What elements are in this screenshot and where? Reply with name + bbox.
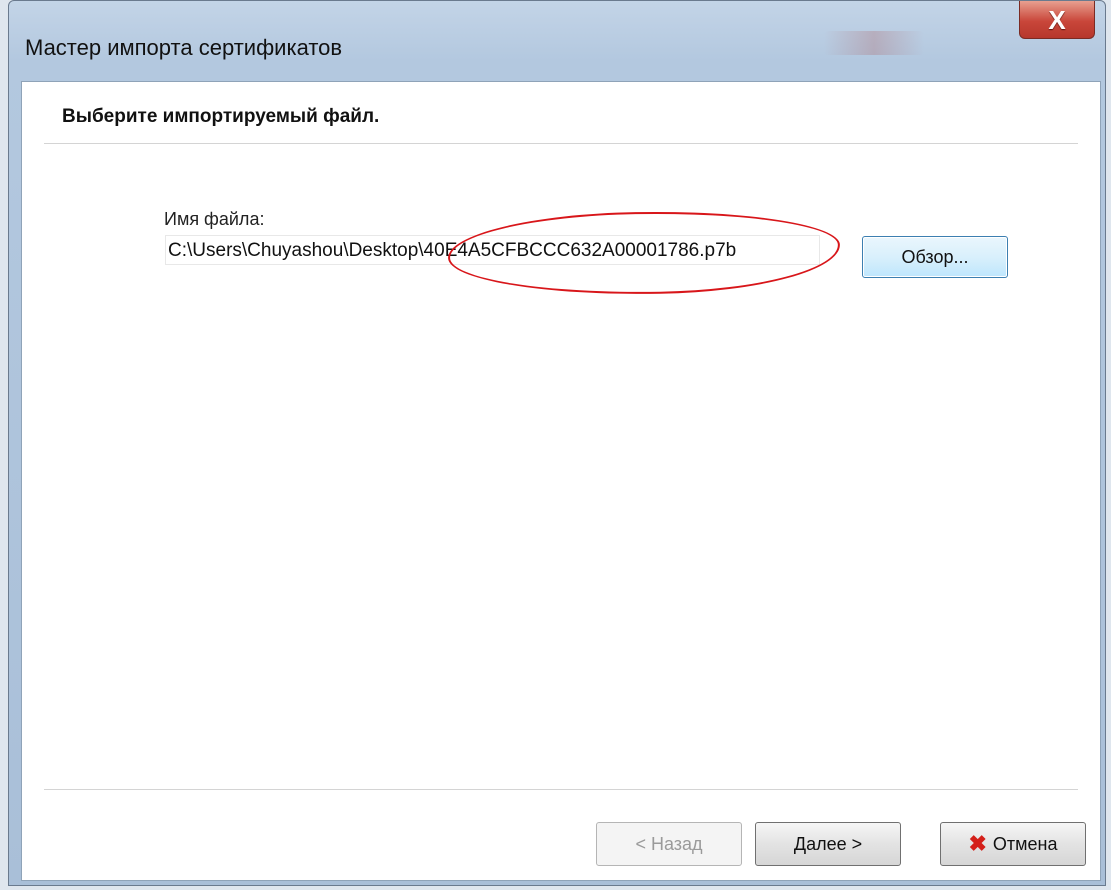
next-button[interactable]: Далее > xyxy=(755,822,901,866)
file-name-label: Имя файла: xyxy=(164,209,265,229)
cancel-label: Отмена xyxy=(992,833,1058,854)
wizard-page: Выберите импортируемый файл. Имя файла: … xyxy=(21,81,1101,881)
title-bar[interactable]: Мастер импорта сертификатов X xyxy=(9,1,1105,81)
footer-divider xyxy=(44,789,1078,790)
cancel-button[interactable]: ✖ Отмена xyxy=(940,822,1086,866)
back-button[interactable]: < Назад xyxy=(596,822,742,866)
browse-button[interactable]: Обзор... xyxy=(862,236,1008,278)
file-name-input[interactable]: C:\Users\Chuyashou\Desktop\40E4A5CFBCCC6… xyxy=(165,235,820,265)
window-title: Мастер импорта сертификатов xyxy=(25,35,343,60)
cross-icon: ✖ xyxy=(968,831,987,856)
close-button[interactable]: X xyxy=(1019,1,1095,39)
header-divider xyxy=(44,143,1078,144)
page-header: Выберите импортируемый файл. xyxy=(62,106,380,127)
close-icon: X xyxy=(1048,4,1066,35)
title-bar-blur xyxy=(824,31,924,55)
certificate-import-wizard-window: Мастер импорта сертификатов X Выберите и… xyxy=(8,0,1106,886)
